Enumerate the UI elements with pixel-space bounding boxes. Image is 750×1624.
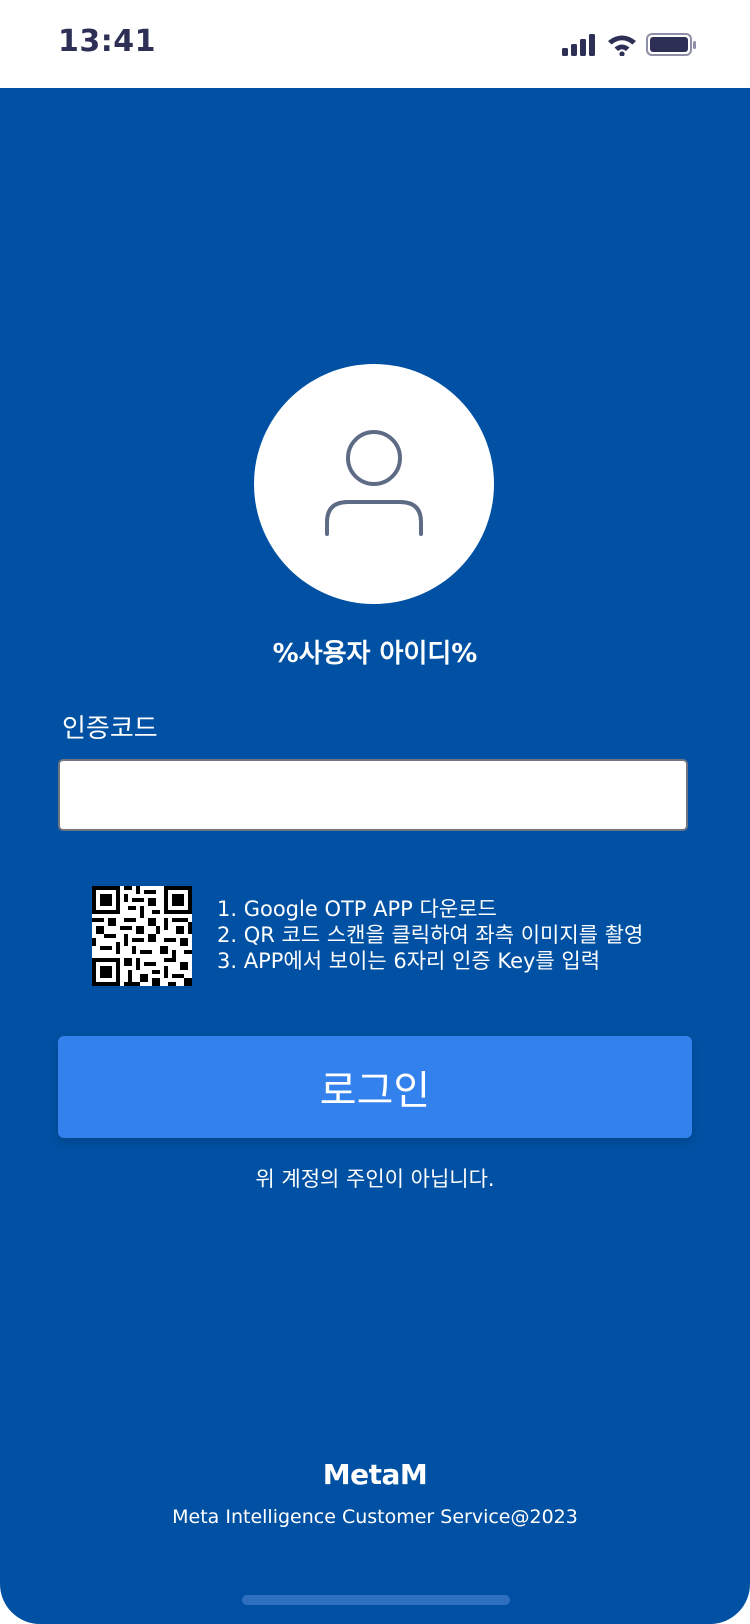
status-icons [562, 30, 702, 60]
qr-code-icon[interactable] [92, 886, 192, 986]
login-screen: 13:41 %사용자 아이디% 인증코드 1. Google OTP APP 다… [0, 0, 750, 1624]
avatar [254, 364, 494, 604]
auth-code-label: 인증코드 [62, 714, 158, 744]
login-panel: %사용자 아이디% 인증코드 1. Google OTP APP 다운로드 2.… [0, 88, 750, 1624]
login-button[interactable]: 로그인 [58, 1036, 692, 1138]
not-account-owner-link[interactable]: 위 계정의 주인이 아닙니다. [0, 1163, 750, 1193]
instruction-step-3: 3. APP에서 보이는 6자리 인증 Key를 입력 [217, 949, 601, 973]
instruction-step-2: 2. QR 코드 스캔을 클릭하여 좌측 이미지를 촬영 [217, 923, 644, 947]
cellular-signal-icon [562, 34, 595, 56]
status-time: 13:41 [58, 24, 156, 59]
otp-instructions: 1. Google OTP APP 다운로드 2. QR 코드 스캔을 클릭하여… [217, 896, 643, 974]
wifi-icon [608, 35, 636, 56]
status-bar: 13:41 [0, 0, 750, 88]
auth-code-input[interactable] [58, 759, 688, 831]
brand-logo: MetaM [322, 1458, 428, 1491]
instruction-step-1: 1. Google OTP APP 다운로드 [217, 897, 497, 921]
copyright-text: Meta Intelligence Customer Service@2023 [172, 1506, 578, 1528]
user-icon [325, 430, 423, 536]
username-text: %사용자 아이디% [272, 639, 478, 669]
home-indicator[interactable] [242, 1595, 510, 1605]
battery-icon [646, 33, 696, 56]
qr-code-image [92, 886, 192, 986]
